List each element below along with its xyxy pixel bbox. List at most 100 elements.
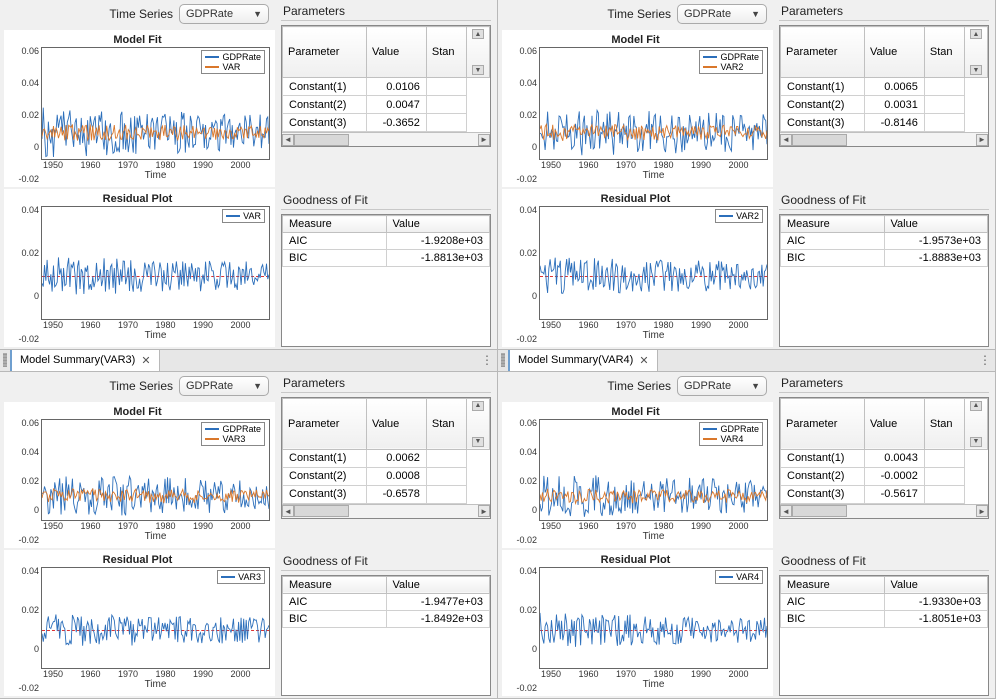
legend-item[interactable]: GDPRate xyxy=(703,52,759,62)
table-row[interactable]: Constant(3)-0.8146 xyxy=(781,114,988,132)
plot-area[interactable]: GDPRateVAR3 xyxy=(41,419,270,521)
table-row[interactable]: Constant(3)-0.6578 xyxy=(283,485,490,503)
residual-plot[interactable]: Residual Plot0.040.020-0.02VAR2195019601… xyxy=(502,189,773,346)
legend-item[interactable]: VAR4 xyxy=(719,572,759,582)
panel-tab[interactable]: Model Summary(VAR3)✕ xyxy=(10,350,160,371)
table-row[interactable]: Constant(2)0.0047 xyxy=(283,96,490,114)
table-row[interactable]: Constant(1)0.0106 xyxy=(283,78,490,96)
table-row[interactable]: Constant(2)0.0008 xyxy=(283,467,490,485)
gof-table[interactable]: MeasureValueAIC-1.9477e+03BIC-1.8492e+03 xyxy=(281,575,491,696)
table-row[interactable]: Constant(2)-0.0002 xyxy=(781,467,988,485)
table-header[interactable]: Measure xyxy=(283,216,387,233)
plot-area[interactable]: VAR2 xyxy=(539,206,768,319)
kebab-menu-icon[interactable]: ⋮ xyxy=(477,350,497,371)
table-header[interactable]: Stan xyxy=(924,27,964,78)
table-row[interactable]: Constant(1)0.0043 xyxy=(781,449,988,467)
parameters-table[interactable]: ParameterValueStan▲▼Constant(1)0.0062Con… xyxy=(281,397,491,519)
table-header[interactable]: Value xyxy=(386,216,490,233)
vertical-scrollbar[interactable]: ▲▼ xyxy=(965,27,988,78)
parameters-table[interactable]: ParameterValueStan▲▼Constant(1)0.0106Con… xyxy=(281,25,491,147)
table-row[interactable]: AIC-1.9477e+03 xyxy=(283,593,490,610)
table-header[interactable]: Stan xyxy=(426,398,466,449)
plot-legend[interactable]: GDPRateVAR2 xyxy=(699,50,763,74)
horizontal-scrollbar[interactable]: ◄► xyxy=(780,132,988,146)
table-row[interactable]: BIC-1.8883e+03 xyxy=(781,250,988,267)
legend-item[interactable]: VAR2 xyxy=(719,211,759,221)
legend-item[interactable]: VAR4 xyxy=(703,434,759,444)
plot-legend[interactable]: VAR4 xyxy=(715,570,763,584)
gof-table[interactable]: MeasureValueAIC-1.9573e+03BIC-1.8883e+03 xyxy=(779,214,989,346)
residual-plot[interactable]: Residual Plot0.040.020-0.02VAR1950196019… xyxy=(4,189,275,346)
table-header[interactable]: Measure xyxy=(781,216,885,233)
horizontal-scrollbar[interactable]: ◄► xyxy=(780,504,988,518)
legend-item[interactable]: GDPRate xyxy=(205,424,261,434)
plot-area[interactable]: VAR4 xyxy=(539,567,768,669)
table-header[interactable]: Value xyxy=(386,576,490,593)
model-fit-plot[interactable]: Model Fit0.060.040.020-0.02GDPRateVAR419… xyxy=(502,402,773,548)
gof-table[interactable]: MeasureValueAIC-1.9208e+03BIC-1.8813e+03 xyxy=(281,214,491,346)
plot-legend[interactable]: VAR xyxy=(222,209,265,223)
horizontal-scrollbar[interactable]: ◄► xyxy=(282,132,490,146)
close-icon[interactable]: ✕ xyxy=(141,354,150,367)
legend-item[interactable]: GDPRate xyxy=(703,424,759,434)
table-row[interactable]: BIC-1.8813e+03 xyxy=(283,250,490,267)
table-header[interactable]: Stan xyxy=(924,398,964,449)
plot-legend[interactable]: VAR2 xyxy=(715,209,763,223)
table-row[interactable]: AIC-1.9208e+03 xyxy=(283,233,490,250)
table-header[interactable]: Value xyxy=(864,27,924,78)
table-header[interactable]: Value xyxy=(366,398,426,449)
table-row[interactable]: Constant(1)0.0065 xyxy=(781,78,988,96)
table-header[interactable]: Measure xyxy=(781,576,885,593)
table-header[interactable]: Parameter xyxy=(781,398,865,449)
table-row[interactable]: AIC-1.9573e+03 xyxy=(781,233,988,250)
table-row[interactable]: AIC-1.9330e+03 xyxy=(781,593,988,610)
table-row[interactable]: Constant(2)0.0031 xyxy=(781,96,988,114)
legend-item[interactable]: VAR xyxy=(226,211,261,221)
table-header[interactable]: Value xyxy=(884,216,988,233)
panel-tab[interactable]: Model Summary(VAR4)✕ xyxy=(508,350,658,371)
plot-area[interactable]: GDPRateVAR4 xyxy=(539,419,768,521)
table-header[interactable]: Value xyxy=(366,27,426,78)
plot-area[interactable]: VAR3 xyxy=(41,567,270,669)
table-header[interactable]: Parameter xyxy=(283,27,367,78)
residual-plot[interactable]: Residual Plot0.040.020-0.02VAR4195019601… xyxy=(502,550,773,696)
plot-legend[interactable]: GDPRateVAR xyxy=(201,50,265,74)
table-header[interactable]: Parameter xyxy=(283,398,367,449)
vertical-scrollbar[interactable]: ▲▼ xyxy=(467,27,490,78)
plot-area[interactable]: VAR xyxy=(41,206,270,319)
timeseries-dropdown[interactable]: GDPRate▼ xyxy=(677,376,767,396)
timeseries-dropdown[interactable]: GDPRate▼ xyxy=(677,4,767,24)
table-row[interactable]: Constant(3)-0.3652 xyxy=(283,114,490,132)
table-header[interactable]: Value xyxy=(864,398,924,449)
legend-item[interactable]: GDPRate xyxy=(205,52,261,62)
vertical-scrollbar[interactable]: ▲▼ xyxy=(965,398,988,449)
legend-item[interactable]: VAR3 xyxy=(205,434,261,444)
parameters-table[interactable]: ParameterValueStan▲▼Constant(1)0.0065Con… xyxy=(779,25,989,147)
drag-handle-icon[interactable] xyxy=(498,350,508,371)
legend-item[interactable]: VAR xyxy=(205,62,261,72)
table-header[interactable]: Measure xyxy=(283,576,387,593)
table-row[interactable]: Constant(3)-0.5617 xyxy=(781,485,988,503)
table-row[interactable]: BIC-1.8492e+03 xyxy=(283,610,490,627)
table-header[interactable]: Parameter xyxy=(781,27,865,78)
parameters-table[interactable]: ParameterValueStan▲▼Constant(1)0.0043Con… xyxy=(779,397,989,519)
legend-item[interactable]: VAR3 xyxy=(221,572,261,582)
model-fit-plot[interactable]: Model Fit0.060.040.020-0.02GDPRateVAR195… xyxy=(4,30,275,187)
table-header[interactable]: Stan xyxy=(426,27,466,78)
kebab-menu-icon[interactable]: ⋮ xyxy=(975,350,995,371)
legend-item[interactable]: VAR2 xyxy=(703,62,759,72)
table-row[interactable]: Constant(1)0.0062 xyxy=(283,449,490,467)
plot-legend[interactable]: VAR3 xyxy=(217,570,265,584)
vertical-scrollbar[interactable]: ▲▼ xyxy=(467,398,490,449)
gof-table[interactable]: MeasureValueAIC-1.9330e+03BIC-1.8051e+03 xyxy=(779,575,989,696)
plot-legend[interactable]: GDPRateVAR4 xyxy=(699,422,763,446)
table-header[interactable]: Value xyxy=(884,576,988,593)
plot-area[interactable]: GDPRateVAR xyxy=(41,47,270,160)
drag-handle-icon[interactable] xyxy=(0,350,10,371)
model-fit-plot[interactable]: Model Fit0.060.040.020-0.02GDPRateVAR219… xyxy=(502,30,773,187)
residual-plot[interactable]: Residual Plot0.040.020-0.02VAR3195019601… xyxy=(4,550,275,696)
model-fit-plot[interactable]: Model Fit0.060.040.020-0.02GDPRateVAR319… xyxy=(4,402,275,548)
close-icon[interactable]: ✕ xyxy=(639,354,648,367)
horizontal-scrollbar[interactable]: ◄► xyxy=(282,504,490,518)
timeseries-dropdown[interactable]: GDPRate▼ xyxy=(179,4,269,24)
